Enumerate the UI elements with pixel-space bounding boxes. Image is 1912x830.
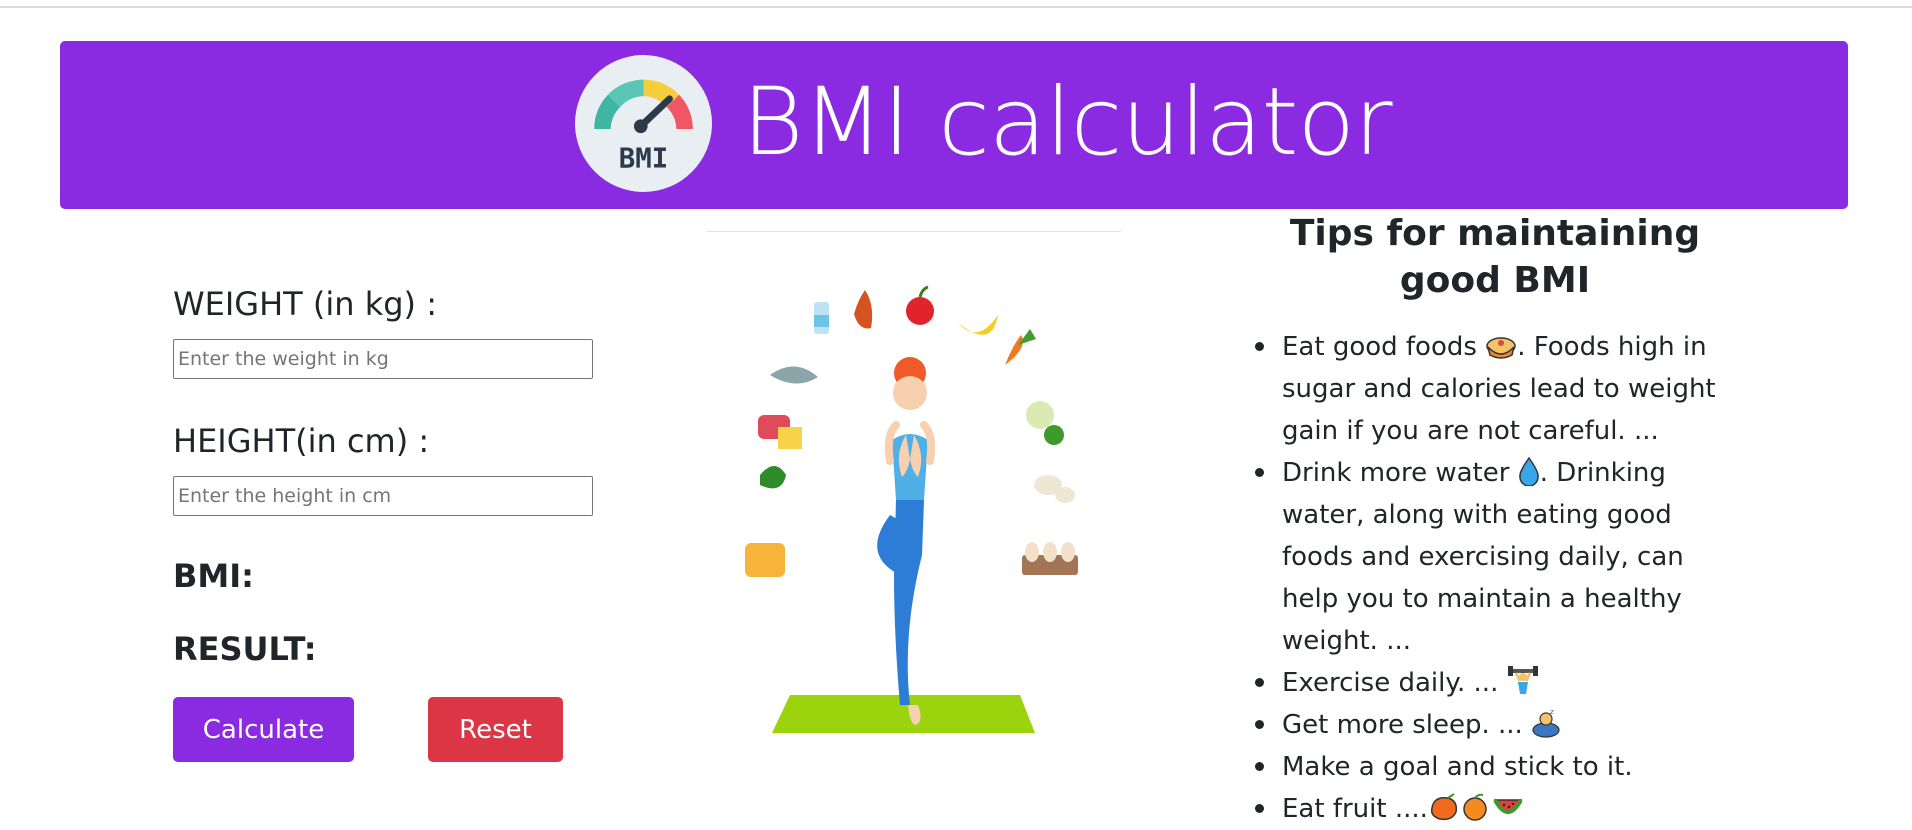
weight-label: WEIGHT (in kg) : [173, 285, 437, 323]
tip-item: Eat fruit .... [1255, 788, 1750, 830]
tip-item: Get more sleep. ... z [1255, 704, 1750, 746]
tips-section: Tips for maintaining good BMI Eat good f… [1230, 210, 1750, 830]
height-label: HEIGHT(in cm) : [173, 422, 430, 460]
mango-icon [1430, 793, 1457, 821]
weightlifter-icon [1507, 666, 1538, 694]
tip-text: Eat fruit .... [1282, 794, 1428, 824]
tips-list: Eat good foods . Foods high in sugar and… [1230, 326, 1750, 830]
watermelon-icon [1493, 798, 1523, 814]
tip-text: Drink more water [1282, 458, 1510, 488]
tip-text: Exercise daily. ... [1282, 668, 1499, 698]
result-output-label: RESULT: [173, 630, 317, 668]
image-divider [707, 231, 1121, 232]
tip-item: Drink more water . Drinking water, along… [1255, 452, 1750, 662]
tip-item: Exercise daily. ... [1255, 662, 1750, 704]
tip-item: Make a goal and stick to it. [1255, 746, 1750, 788]
tip-item: Eat good foods . Foods high in sugar and… [1255, 326, 1750, 452]
calculate-button[interactable]: Calculate [173, 697, 354, 762]
bmi-output-label: BMI: [173, 557, 254, 595]
svg-text:z: z [1550, 708, 1554, 716]
tip-text: Get more sleep. ... [1282, 710, 1523, 740]
sleeping-person-icon: z [1532, 708, 1560, 738]
bmi-gauge-logo: BMI [575, 55, 712, 192]
page-title: BMI calculator [742, 68, 1393, 177]
weight-input[interactable] [173, 339, 593, 379]
water-drop-icon [1518, 456, 1539, 486]
logo-text: BMI [619, 143, 668, 174]
tip-text: Eat good foods [1282, 332, 1477, 362]
orange-icon [1463, 793, 1487, 821]
tip-text: Make a goal and stick to it. [1282, 752, 1633, 782]
tips-title: Tips for maintaining good BMI [1289, 213, 1701, 301]
pie-icon [1486, 337, 1516, 359]
header-banner: BMI BMI calculator [60, 41, 1848, 209]
height-input[interactable] [173, 476, 593, 516]
reset-button[interactable]: Reset [428, 697, 563, 762]
yoga-healthy-food-illustration [745, 285, 1078, 733]
top-divider [0, 6, 1912, 8]
